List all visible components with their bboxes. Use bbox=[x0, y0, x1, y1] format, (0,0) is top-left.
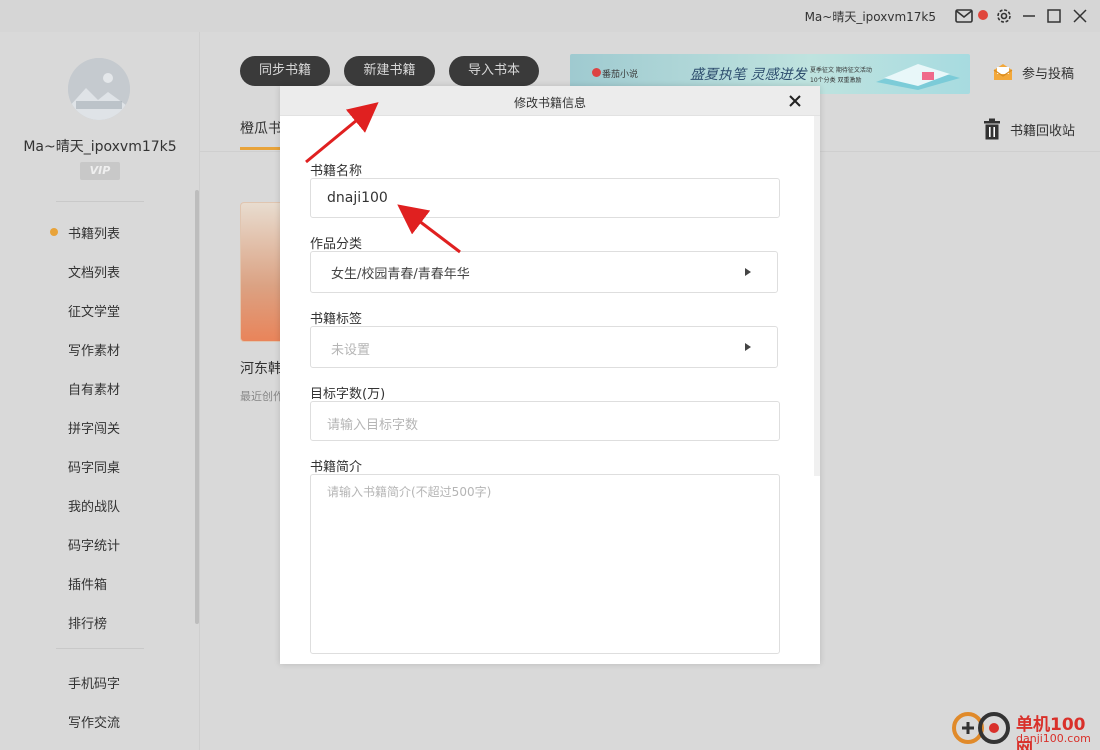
sidebar-item-doc-list[interactable]: 文档列表 bbox=[68, 262, 120, 281]
edit-book-dialog: 修改书籍信息 书籍名称 dnaji100 作品分类 女生/校园青春/青春年华 书… bbox=[280, 86, 820, 664]
dialog-title: 修改书籍信息 bbox=[513, 96, 586, 110]
contribute-button[interactable]: 参与投稿 bbox=[992, 62, 1074, 82]
sidebar-item-writing-material[interactable]: 写作素材 bbox=[68, 340, 120, 359]
sidebar-divider bbox=[56, 201, 144, 202]
book-cover[interactable] bbox=[240, 202, 282, 342]
trash-icon bbox=[984, 118, 1000, 140]
chevron-right-icon bbox=[745, 268, 751, 276]
contribute-label: 参与投稿 bbox=[1022, 66, 1075, 82]
maximize-icon[interactable] bbox=[1044, 6, 1064, 26]
target-words-label: 目标字数(万) bbox=[310, 387, 386, 402]
book-meta: 最近创作 bbox=[240, 390, 280, 403]
sidebar-item-plugin-box[interactable]: 插件箱 bbox=[68, 574, 107, 593]
dialog-close-icon[interactable] bbox=[786, 92, 804, 110]
banner-brand: 番茄小说 bbox=[602, 70, 639, 80]
mail-icon[interactable] bbox=[954, 6, 974, 26]
category-label: 作品分类 bbox=[310, 237, 363, 252]
book-name-label: 书籍名称 bbox=[310, 164, 363, 179]
tab-underline bbox=[240, 147, 280, 150]
sidebar-item-writing-exchange[interactable]: 写作交流 bbox=[68, 712, 120, 731]
title-bar: Ma~晴天_ipoxvm17k5 bbox=[0, 0, 1100, 32]
minimize-icon[interactable] bbox=[1019, 6, 1039, 26]
titlebar-username[interactable]: Ma~晴天_ipoxvm17k5 bbox=[805, 8, 936, 25]
banner-subtext: 夏季征文 期待征文活动 bbox=[810, 67, 872, 74]
banner-slogan: 盛夏执笔 灵感迸发 bbox=[690, 67, 807, 83]
brand-logo-icon bbox=[592, 68, 601, 77]
sidebar-item-own-material[interactable]: 自有素材 bbox=[68, 379, 120, 398]
watermark-logo-icon bbox=[952, 712, 1010, 744]
sidebar-item-ranking[interactable]: 排行榜 bbox=[68, 613, 107, 632]
book-name-value: dnaji100 bbox=[327, 190, 388, 206]
book-name-input[interactable]: dnaji100 bbox=[310, 178, 780, 218]
target-words-input[interactable]: 请输入目标字数 bbox=[310, 401, 780, 441]
book-title[interactable]: 河东韩 bbox=[240, 358, 280, 378]
gear-icon[interactable] bbox=[994, 6, 1014, 26]
sidebar-item-my-team[interactable]: 我的战队 bbox=[68, 496, 120, 515]
new-book-button[interactable]: 新建书籍 bbox=[344, 56, 435, 86]
sidebar-item-essay-school[interactable]: 征文学堂 bbox=[68, 301, 120, 320]
recycle-bin-button[interactable]: 书籍回收站 bbox=[982, 118, 1075, 140]
intro-label: 书籍简介 bbox=[310, 460, 363, 475]
sidebar-scrollbar[interactable] bbox=[195, 190, 199, 624]
sidebar-item-typing-stats[interactable]: 码字统计 bbox=[68, 535, 120, 554]
tags-label: 书籍标签 bbox=[310, 312, 363, 327]
sidebar-item-typing-partner[interactable]: 码字同桌 bbox=[68, 457, 120, 476]
watermark-url: danji100.com bbox=[1016, 732, 1091, 745]
envelope-icon bbox=[993, 64, 1013, 80]
sidebar-item-book-list[interactable]: 书籍列表 bbox=[68, 223, 120, 242]
notification-badge bbox=[978, 10, 988, 20]
category-value: 女生/校园青春/青春年华 bbox=[331, 267, 470, 282]
dialog-header: 修改书籍信息 bbox=[280, 86, 820, 116]
dialog-scrollbar[interactable] bbox=[814, 116, 820, 476]
recycle-bin-label: 书籍回收站 bbox=[1010, 123, 1076, 139]
import-book-button[interactable]: 导入书本 bbox=[449, 56, 539, 86]
avatar[interactable] bbox=[68, 58, 130, 120]
tab-chenggua-books[interactable]: 橙瓜书 bbox=[240, 118, 282, 138]
tags-select[interactable]: 未设置 bbox=[310, 326, 778, 368]
tags-placeholder: 未设置 bbox=[331, 343, 371, 358]
sidebar: Ma~晴天_ipoxvm17k5 VIP 书籍列表 文档列表 征文学堂 写作素材… bbox=[0, 32, 200, 750]
books-illustration-icon bbox=[876, 64, 960, 90]
chevron-right-icon bbox=[745, 343, 751, 351]
sync-books-button[interactable]: 同步书籍 bbox=[240, 56, 330, 86]
active-indicator-dot bbox=[50, 228, 58, 236]
category-select[interactable]: 女生/校园青春/青春年华 bbox=[310, 251, 778, 293]
sidebar-item-word-challenge[interactable]: 拼字闯关 bbox=[68, 418, 120, 437]
target-words-placeholder: 请输入目标字数 bbox=[327, 418, 419, 433]
sidebar-item-mobile-typing[interactable]: 手机码字 bbox=[68, 673, 120, 692]
vip-badge: VIP bbox=[80, 162, 120, 180]
intro-placeholder: 请输入书籍简介(不超过500字) bbox=[327, 485, 492, 499]
sidebar-username: Ma~晴天_ipoxvm17k5 bbox=[23, 139, 177, 155]
close-icon[interactable] bbox=[1070, 6, 1090, 26]
sidebar-divider bbox=[56, 648, 144, 649]
intro-textarea[interactable]: 请输入书籍简介(不超过500字) bbox=[310, 474, 780, 654]
banner-subtext: 10个分类 双重激励 bbox=[810, 77, 862, 84]
